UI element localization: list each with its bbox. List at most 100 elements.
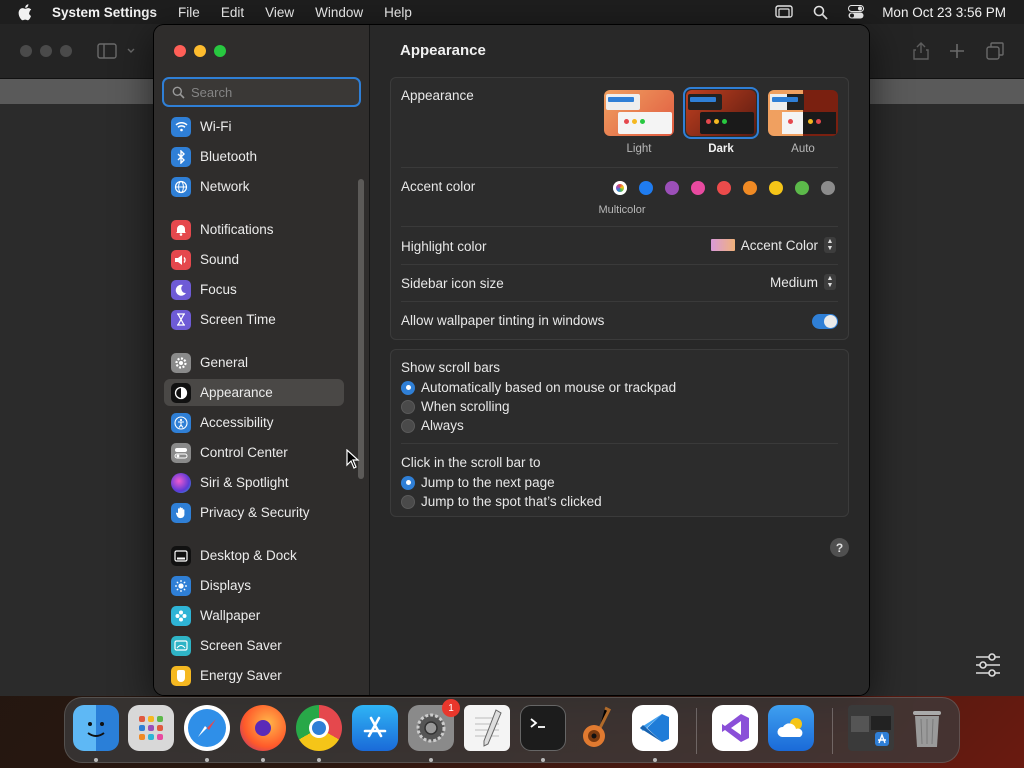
apple-menu-icon[interactable]: [16, 2, 36, 22]
sidebar-item-accessibility[interactable]: Accessibility: [164, 409, 344, 436]
highlight-swatch: [710, 239, 735, 251]
radio-label: Automatically based on mouse or trackpad: [421, 380, 677, 395]
accent-color-swatch[interactable]: [717, 181, 731, 195]
jump-to-spot-radio[interactable]: Jump to the spot that’s clicked: [401, 494, 602, 509]
firefox-icon[interactable]: [240, 705, 286, 751]
help-button[interactable]: ?: [830, 538, 849, 557]
chevron-down-icon[interactable]: [124, 40, 138, 62]
click-scroll-bar-label: Click in the scroll bar to: [401, 455, 541, 470]
browser-close-button[interactable]: [20, 45, 32, 57]
new-tab-icon[interactable]: [946, 40, 968, 62]
terminal-icon[interactable]: [520, 705, 566, 751]
system-settings-dock-icon[interactable]: 1: [408, 699, 460, 751]
tab-overview-icon[interactable]: [984, 40, 1006, 62]
sidebar-item-label: Wallpaper: [200, 608, 261, 623]
menu-window[interactable]: Window: [315, 5, 363, 20]
sidebar-item-focus[interactable]: Focus: [164, 276, 344, 303]
menu-clock[interactable]: Mon Oct 23 3:56 PM: [882, 5, 1006, 20]
screen-mirroring-icon[interactable]: [774, 2, 794, 22]
sidebar-item-wifi[interactable]: Wi-Fi: [164, 113, 344, 140]
scroll-auto-radio[interactable]: Automatically based on mouse or trackpad: [401, 380, 676, 395]
sidebar-item-screen-saver[interactable]: Screen Saver: [164, 632, 344, 659]
sidebar-item-control-center[interactable]: Control Center: [164, 439, 344, 466]
accent-color-swatch[interactable]: [821, 181, 835, 195]
sidebar-item-privacy-security[interactable]: Privacy & Security: [164, 499, 344, 526]
sliders-icon[interactable]: [974, 652, 1002, 678]
sidebar-scrollbar[interactable]: [358, 179, 364, 479]
highlight-color-popup[interactable]: Accent Color ▲ ▼: [710, 237, 836, 253]
accent-color-swatch[interactable]: [665, 181, 679, 195]
sidebar-item-appearance[interactable]: Appearance: [164, 379, 344, 406]
screensaver-icon: [171, 635, 191, 656]
accessibility-icon: [171, 412, 191, 433]
running-indicator: [429, 758, 433, 762]
browser-minimize-button[interactable]: [40, 45, 52, 57]
zoom-button[interactable]: [214, 45, 226, 57]
launchpad-icon[interactable]: [128, 705, 174, 751]
search-field[interactable]: [162, 77, 361, 107]
search-input[interactable]: [191, 84, 351, 100]
divider: [401, 226, 838, 227]
accent-color-swatch[interactable]: [795, 181, 809, 195]
vscode-icon[interactable]: [632, 705, 678, 751]
sidebar-icon-size-popup[interactable]: Medium ▲ ▼: [770, 274, 836, 290]
share-icon[interactable]: [910, 40, 932, 62]
visual-studio-icon[interactable]: [712, 705, 758, 751]
accent-color-swatch[interactable]: [691, 181, 705, 195]
wallpaper-tinting-toggle[interactable]: [812, 314, 838, 329]
sidebar-item-label: Appearance: [200, 385, 273, 400]
content-pane: Appearance Appearance Light Dark Auto Ac…: [370, 25, 869, 695]
garageband-icon[interactable]: [576, 705, 622, 751]
minimize-button[interactable]: [194, 45, 206, 57]
trash-icon[interactable]: [904, 705, 950, 751]
appearance-dark-option[interactable]: [686, 90, 756, 136]
system-settings-window: Wi-Fi Bluetooth Network Notifications So…: [154, 25, 869, 695]
accent-color-swatch[interactable]: [743, 181, 757, 195]
radio-label: Always: [421, 418, 464, 433]
sidebar-toggle-icon[interactable]: [96, 40, 118, 62]
sidebar-item-label: Notifications: [200, 222, 274, 237]
chrome-icon[interactable]: [296, 705, 342, 751]
scroll-when-scrolling-radio[interactable]: When scrolling: [401, 399, 510, 414]
sidebar-item-label: Wi-Fi: [200, 119, 232, 134]
textedit-icon[interactable]: [464, 705, 510, 751]
menu-edit[interactable]: Edit: [221, 5, 244, 20]
weather-icon[interactable]: [768, 705, 814, 751]
downloads-stack-icon[interactable]: [848, 705, 894, 751]
sidebar-item-general[interactable]: General: [164, 349, 344, 376]
close-button[interactable]: [174, 45, 186, 57]
sidebar-item-siri-spotlight[interactable]: Siri & Spotlight: [164, 469, 344, 496]
app-store-icon[interactable]: [352, 705, 398, 751]
accent-color-swatch[interactable]: [639, 181, 653, 195]
sidebar-item-energy-saver[interactable]: Energy Saver: [164, 662, 344, 689]
scroll-always-radio[interactable]: Always: [401, 418, 464, 433]
menu-file[interactable]: File: [178, 5, 200, 20]
spotlight-icon[interactable]: [810, 2, 830, 22]
control-center-icon[interactable]: [846, 2, 866, 22]
safari-icon[interactable]: [184, 705, 230, 751]
jump-next-page-radio[interactable]: Jump to the next page: [401, 475, 555, 490]
menu-view[interactable]: View: [265, 5, 294, 20]
appearance-auto-option[interactable]: [768, 90, 838, 136]
sidebar: Wi-Fi Bluetooth Network Notifications So…: [154, 25, 370, 695]
sidebar-item-sound[interactable]: Sound: [164, 246, 344, 273]
accent-color-swatch[interactable]: [769, 181, 783, 195]
sidebar-item-network[interactable]: Network: [164, 173, 344, 200]
sidebar-item-bluetooth[interactable]: Bluetooth: [164, 143, 344, 170]
sidebar-item-desktop-dock[interactable]: Desktop & Dock: [164, 542, 344, 569]
appearance-light-option[interactable]: [604, 90, 674, 136]
browser-zoom-button[interactable]: [60, 45, 72, 57]
toggles-icon: [171, 442, 191, 463]
menu-help[interactable]: Help: [384, 5, 412, 20]
stepper-icon: ▲ ▼: [824, 274, 836, 290]
sidebar-item-wallpaper[interactable]: Wallpaper: [164, 602, 344, 629]
sidebar-item-notifications[interactable]: Notifications: [164, 216, 344, 243]
finder-icon[interactable]: [73, 705, 119, 751]
divider: [401, 443, 838, 444]
sidebar-item-screen-time[interactable]: Screen Time: [164, 306, 344, 333]
radio-label: Jump to the next page: [421, 475, 555, 490]
sidebar-item-displays[interactable]: Displays: [164, 572, 344, 599]
highlight-color-label: Highlight color: [401, 239, 487, 254]
accent-multicolor-swatch[interactable]: [613, 181, 627, 195]
menu-app-name[interactable]: System Settings: [52, 5, 157, 20]
